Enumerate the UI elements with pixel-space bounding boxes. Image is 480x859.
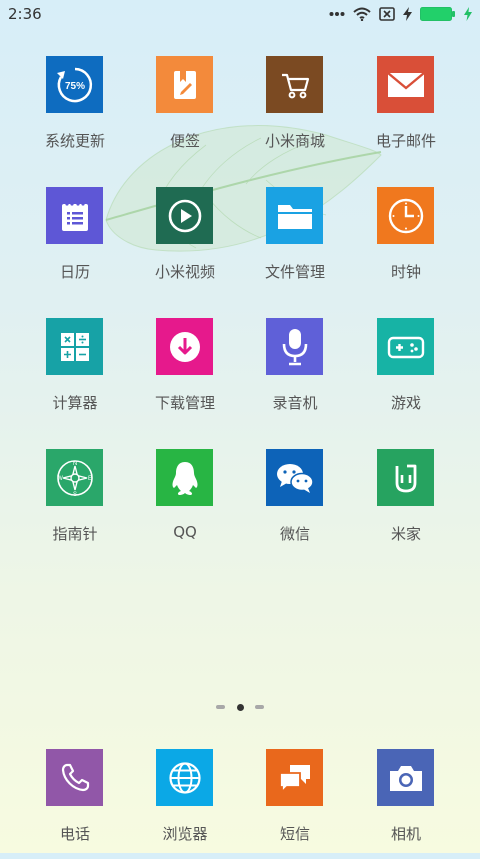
phone-icon bbox=[46, 749, 103, 806]
app-compass[interactable]: N S W E 指南针 bbox=[20, 449, 130, 559]
dock-app-phone[interactable]: 电话 bbox=[20, 749, 130, 859]
dock-app-camera[interactable]: 相机 bbox=[351, 749, 461, 859]
clock-icon bbox=[377, 187, 434, 244]
app-label: 文件管理 bbox=[264, 263, 325, 281]
app-calendar[interactable]: 日历 bbox=[20, 187, 130, 297]
wechat-icon bbox=[266, 449, 323, 506]
app-label: 便签 bbox=[169, 132, 200, 150]
app-label: 时钟 bbox=[390, 263, 421, 281]
page-indicator-dot bbox=[255, 705, 264, 709]
no-sim-icon bbox=[379, 7, 395, 21]
app-label: 计算器 bbox=[52, 394, 98, 412]
app-file-manager[interactable]: 文件管理 bbox=[240, 187, 350, 297]
mijia-icon bbox=[377, 449, 434, 506]
app-clock[interactable]: 时钟 bbox=[351, 187, 461, 297]
app-qq[interactable]: QQ bbox=[130, 449, 240, 559]
app-label: 浏览器 bbox=[162, 825, 208, 843]
update-percent-text: 75% bbox=[64, 81, 84, 92]
page-indicator-dot-active bbox=[236, 703, 244, 711]
page-indicator bbox=[216, 702, 264, 712]
charging-bolt-icon bbox=[403, 7, 412, 21]
status-time: 2:36 bbox=[8, 5, 42, 23]
status-bar: 2:36 bbox=[0, 0, 480, 28]
microphone-icon bbox=[266, 318, 323, 375]
wifi-icon bbox=[353, 7, 371, 21]
page-indicator-dot bbox=[216, 705, 225, 709]
app-notes[interactable]: 便签 bbox=[130, 56, 240, 166]
app-wechat[interactable]: 微信 bbox=[240, 449, 350, 559]
svg-text:W: W bbox=[57, 476, 63, 482]
notes-icon bbox=[156, 56, 213, 113]
app-mi-store[interactable]: 小米商城 bbox=[240, 56, 350, 166]
app-label: 电话 bbox=[59, 825, 90, 843]
battery-icon bbox=[420, 7, 456, 21]
messages-icon bbox=[266, 749, 323, 806]
app-recorder[interactable]: 录音机 bbox=[240, 318, 350, 428]
folder-icon bbox=[266, 187, 323, 244]
app-label: 系统更新 bbox=[44, 132, 105, 150]
calculator-icon bbox=[46, 318, 103, 375]
svg-text:S: S bbox=[72, 492, 76, 498]
app-mi-video[interactable]: 小米视频 bbox=[130, 187, 240, 297]
camera-icon bbox=[377, 749, 434, 806]
video-play-icon bbox=[156, 187, 213, 244]
compass-icon: N S W E bbox=[46, 449, 103, 506]
dock-app-browser[interactable]: 浏览器 bbox=[130, 749, 240, 859]
calendar-icon bbox=[46, 187, 103, 244]
shopping-cart-icon bbox=[266, 56, 323, 113]
app-label: 微信 bbox=[279, 525, 310, 543]
app-email[interactable]: 电子邮件 bbox=[351, 56, 461, 166]
app-label: 日历 bbox=[59, 263, 90, 281]
svg-text:E: E bbox=[87, 476, 91, 482]
app-system-update[interactable]: 75% 系统更新 bbox=[20, 56, 130, 166]
app-label: 录音机 bbox=[272, 394, 318, 412]
app-label: 短信 bbox=[279, 825, 310, 843]
dock-app-messages[interactable]: 短信 bbox=[240, 749, 350, 859]
app-label: 电子邮件 bbox=[375, 132, 436, 150]
status-icons bbox=[329, 4, 472, 24]
app-label: 相机 bbox=[390, 825, 421, 843]
globe-icon bbox=[156, 749, 213, 806]
app-label: QQ bbox=[173, 523, 197, 541]
more-dots-icon bbox=[329, 11, 345, 17]
app-label: 小米商城 bbox=[264, 132, 325, 150]
app-calculator[interactable]: 计算器 bbox=[20, 318, 130, 428]
app-mijia[interactable]: 米家 bbox=[351, 449, 461, 559]
gamepad-icon bbox=[377, 318, 434, 375]
mail-icon bbox=[377, 56, 434, 113]
app-games[interactable]: 游戏 bbox=[351, 318, 461, 428]
charging-indicator-icon bbox=[464, 7, 472, 21]
qq-penguin-icon bbox=[156, 449, 213, 506]
app-label: 米家 bbox=[390, 525, 421, 543]
app-label: 下载管理 bbox=[154, 394, 215, 412]
app-label: 小米视频 bbox=[154, 263, 215, 281]
app-download-manager[interactable]: 下载管理 bbox=[130, 318, 240, 428]
system-update-icon: 75% bbox=[46, 56, 103, 113]
app-label: 指南针 bbox=[52, 525, 98, 543]
svg-text:N: N bbox=[72, 461, 76, 467]
app-label: 游戏 bbox=[390, 394, 421, 412]
download-icon bbox=[156, 318, 213, 375]
